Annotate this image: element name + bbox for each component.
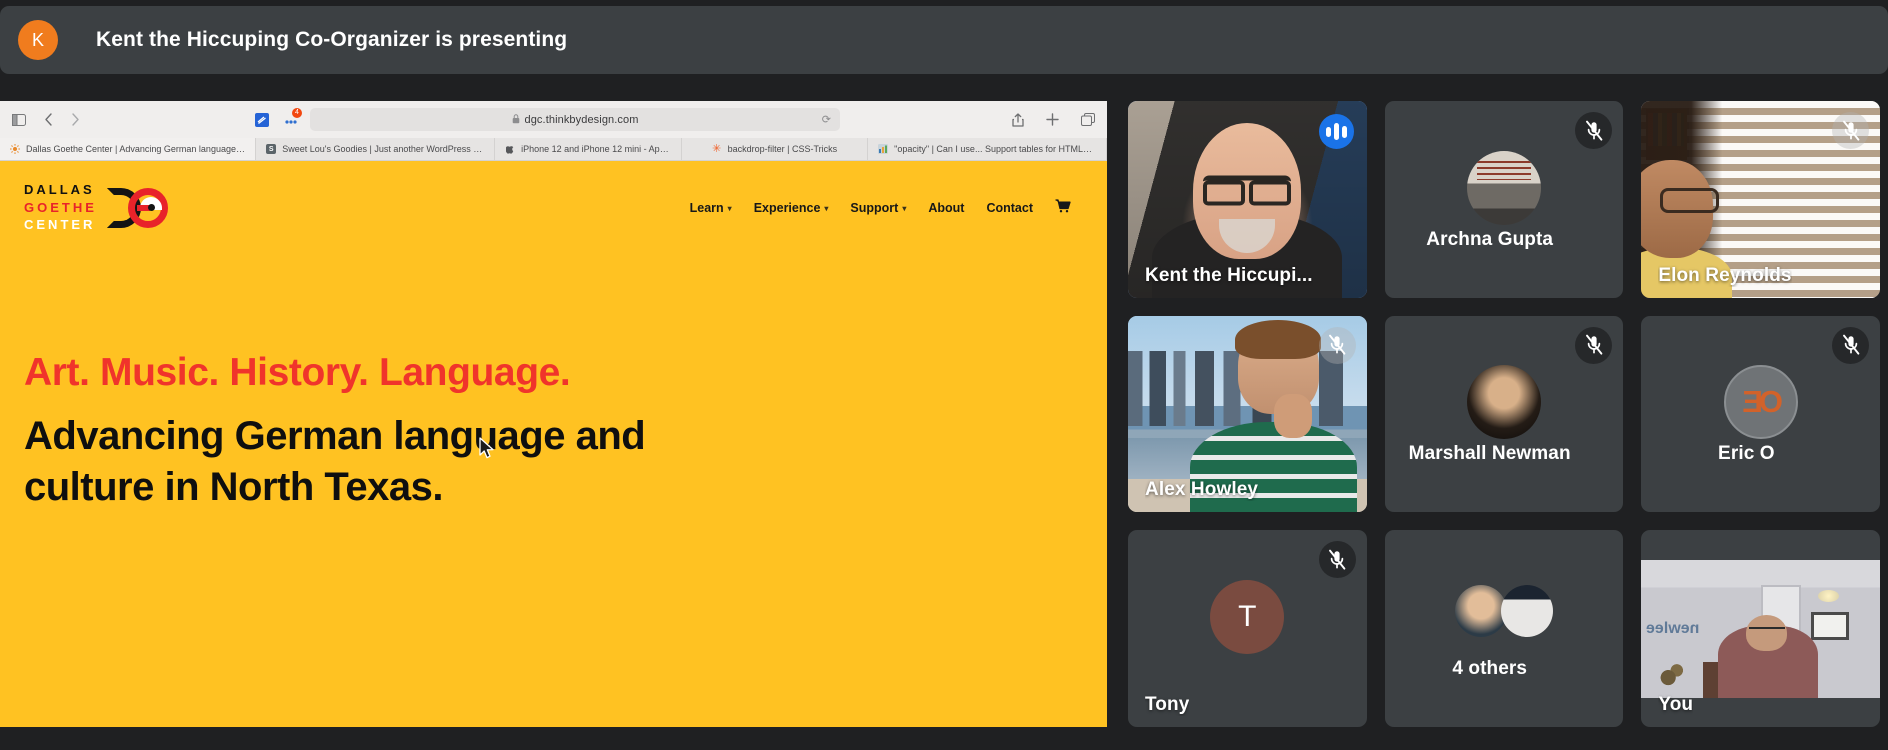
mic-off-icon [1832, 112, 1869, 149]
mic-off-icon [1575, 326, 1613, 364]
browser-tab[interactable]: "opacity" | Can I use... Support tables … [868, 138, 1107, 160]
wordpress-icon: S [266, 144, 277, 154]
participant-name: Archna Gupta [1426, 228, 1554, 250]
mic-off-icon [1575, 112, 1613, 149]
mic-off-icon [1318, 326, 1356, 364]
meeting-screen: K Kent the Hiccuping Co-Organizer is pre… [0, 0, 1888, 750]
avatar: ƎO [1723, 365, 1798, 440]
participant-name: Elon Reynolds [1658, 264, 1792, 286]
site-logo[interactable]: DALLAS GOETHE CENTER [24, 182, 168, 233]
participant-name: Marshall Newman [1408, 443, 1571, 465]
site-header: DALLAS GOETHE CENTER Learn ▾ Experience … [0, 161, 1107, 233]
hero-section: Art. Music. History. Language. Advancing… [0, 233, 1107, 513]
avatar [1466, 150, 1541, 225]
browser-toolbar: 4 dgc.thinkbydesign.com ⟳ [0, 101, 1107, 138]
logo-line-center: CENTER [24, 217, 96, 233]
sidebar-toggle-icon[interactable] [12, 113, 26, 126]
hero-title: Advancing German language and culture in… [24, 413, 646, 509]
browser-tab-label: backdrop-filter | CSS-Tricks [727, 144, 838, 154]
star-icon: ✳ [712, 142, 722, 155]
url-text: dgc.thinkbydesign.com [524, 113, 639, 126]
plus-icon[interactable] [1046, 113, 1059, 126]
participant-name: Tony [1145, 694, 1190, 715]
participant-grid: Kent the Hiccupi... Archna Gupta Elon Re… [1128, 101, 1880, 727]
participant-tile-you[interactable]: newlee You [1641, 530, 1880, 727]
extension-grammar-icon[interactable] [255, 112, 269, 127]
browser-tab[interactable]: iPhone 12 and iPhone 12 mini - Apple [495, 138, 682, 160]
participant-tile-kent[interactable]: Kent the Hiccupi... [1128, 101, 1367, 298]
speaking-indicator-icon [1318, 114, 1354, 149]
browser-tab[interactable]: ✳ backdrop-filter | CSS-Tricks [682, 138, 869, 160]
mic-off-icon [1318, 541, 1356, 579]
participant-name: Kent the Hiccupi... [1145, 264, 1313, 286]
participant-name: Alex Howley [1145, 479, 1259, 501]
logo-line-dallas: DALLAS [24, 182, 95, 197]
website-page: DALLAS GOETHE CENTER Learn ▾ Experience … [0, 161, 1107, 727]
nav-label: About [928, 200, 965, 215]
participant-tile-alex-howley[interactable]: Alex Howley [1128, 315, 1367, 513]
nav-label: Support [850, 200, 899, 215]
browser-tab-label: iPhone 12 and iPhone 12 mini - Apple [521, 144, 671, 154]
avatar [1500, 584, 1553, 637]
participant-tile-elon-reynolds[interactable]: Elon Reynolds [1641, 101, 1880, 298]
nav-item-experience[interactable]: Experience ▾ [754, 201, 829, 215]
lock-icon [512, 111, 520, 129]
participant-name: 4 others [1452, 658, 1528, 679]
nav-item-support[interactable]: Support ▾ [850, 201, 906, 215]
presenting-status-text: Kent the Hiccuping Co-Organizer is prese… [96, 28, 568, 51]
chevron-down-icon: ▾ [727, 204, 732, 214]
browser-tab-label: Dallas Goethe Center | Advancing German … [26, 144, 245, 154]
stacked-avatars [1454, 584, 1553, 637]
caniuse-icon [878, 144, 889, 154]
avatar-initial: T [1238, 599, 1257, 633]
nav-item-learn[interactable]: Learn ▾ [690, 201, 732, 215]
mic-off-icon [1832, 326, 1869, 364]
participant-tile-overflow[interactable]: 4 others [1384, 530, 1624, 727]
hero-kicker: Art. Music. History. Language. [24, 350, 571, 394]
site-navigation: Learn ▾ Experience ▾ Support ▾ About Con… [690, 199, 1083, 216]
browser-tab-label: "opacity" | Can I use... Support tables … [894, 144, 1096, 154]
reload-icon[interactable]: ⟳ [822, 113, 831, 126]
back-arrow-icon[interactable] [44, 113, 53, 126]
participant-name: Eric O [1718, 443, 1775, 465]
wall-decal-text: newlee [1646, 620, 1700, 638]
browser-tab[interactable]: Dallas Goethe Center | Advancing German … [0, 138, 257, 160]
nav-label: Learn [689, 200, 724, 215]
logo-line-goethe: GOETHE [24, 199, 97, 215]
share-icon[interactable] [1012, 112, 1024, 127]
chevron-down-icon: ▾ [824, 204, 829, 214]
browser-tab-label: Sweet Lou's Goodies | Just another WordP… [282, 144, 485, 154]
participant-name: You [1658, 694, 1694, 715]
presenting-banner: K Kent the Hiccuping Co-Organizer is pre… [0, 6, 1888, 74]
forward-arrow-icon[interactable] [71, 113, 80, 126]
nav-item-contact[interactable]: Contact [986, 201, 1033, 215]
participant-tile-tony[interactable]: T Tony [1128, 530, 1367, 727]
tab-overview-icon[interactable] [1081, 113, 1095, 126]
extension-badge-count: 4 [292, 107, 302, 118]
browser-tab[interactable]: S Sweet Lou's Goodies | Just another Wor… [256, 138, 496, 160]
avatar: T [1210, 579, 1285, 654]
browser-tab-strip: Dallas Goethe Center | Advancing German … [0, 138, 1107, 161]
presenter-avatar: K [18, 20, 58, 60]
participant-tile-archna-gupta[interactable]: Archna Gupta [1384, 101, 1624, 298]
nav-item-about[interactable]: About [928, 201, 964, 215]
extension-menu-icon[interactable]: 4 [284, 107, 302, 127]
shared-screen-view[interactable]: 4 dgc.thinkbydesign.com ⟳ Dallas Goethe … [0, 101, 1107, 727]
apple-icon [505, 144, 515, 154]
chevron-down-icon: ▾ [902, 204, 907, 214]
dg-monogram-icon [106, 185, 168, 231]
nav-label: Experience [753, 200, 821, 215]
shopping-cart-icon[interactable] [1055, 199, 1071, 216]
nav-label: Contact [986, 200, 1033, 215]
avatar [1466, 365, 1541, 440]
participant-tile-eric-o[interactable]: ƎO Eric O [1641, 315, 1880, 513]
sun-icon [10, 144, 20, 154]
participant-tile-marshall-newman[interactable]: Marshall Newman [1384, 315, 1624, 513]
address-bar[interactable]: dgc.thinkbydesign.com ⟳ [310, 108, 840, 131]
avatar [1454, 584, 1507, 637]
